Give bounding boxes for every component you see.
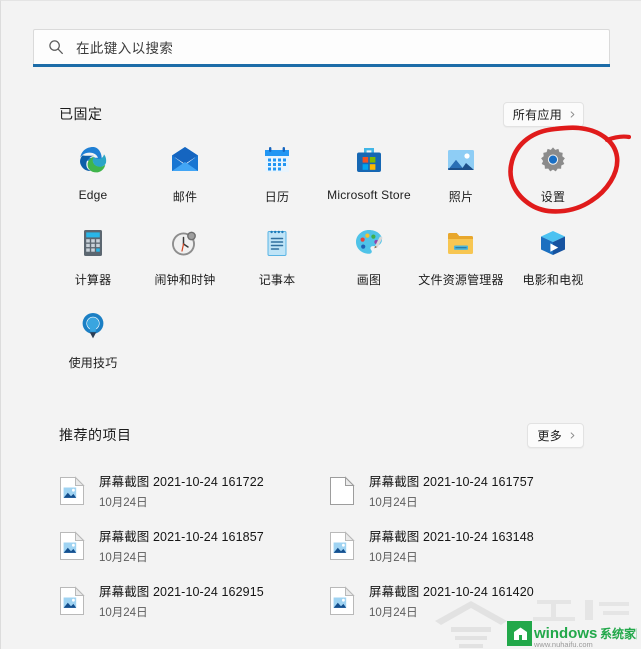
app-tile-tips[interactable]: 使用技巧 — [47, 305, 139, 388]
recommended-item-subtitle: 10月24日 — [99, 607, 148, 619]
recommended-item-text: 屏幕截图 2021-10-24 162915 10月24日 — [99, 581, 264, 620]
app-tile-mail[interactable]: 邮件 — [139, 139, 231, 222]
recommended-item[interactable]: 屏幕截图 2021-10-24 162915 10月24日 — [53, 573, 323, 628]
recommended-item-subtitle: 10月24日 — [369, 497, 418, 509]
app-label: 闹钟和时钟 — [154, 273, 216, 287]
calendar-icon — [265, 147, 289, 172]
edge-icon — [80, 147, 107, 173]
recommended-item-text: 屏幕截图 2021-10-24 163148 10月24日 — [369, 526, 534, 565]
search-accent-underline — [33, 64, 610, 67]
app-tile-settings[interactable]: 设置 — [507, 139, 599, 222]
blank-file-icon — [330, 475, 355, 505]
app-tile-paint[interactable]: 画图 — [323, 222, 415, 305]
search-bar[interactable]: 在此键入以搜索 — [33, 29, 610, 67]
recommended-item-subtitle: 10月24日 — [99, 497, 148, 509]
more-button[interactable]: 更多 — [527, 422, 584, 448]
settings-gear-icon — [541, 147, 565, 172]
app-tile-photos[interactable]: 照片 — [415, 139, 507, 222]
app-label: 记事本 — [258, 273, 296, 287]
start-menu-panel: 在此键入以搜索 已固定 所有应用 Edge 邮件 日历 Microsoft St… — [0, 0, 641, 649]
notepad-icon — [267, 230, 287, 256]
watermark-url: www.nuhaifu.com — [533, 640, 593, 649]
chevron-right-icon — [570, 110, 575, 118]
pinned-apps-grid: Edge 邮件 日历 Microsoft Store 照片 设置 计算器 闹钟和… — [47, 139, 599, 388]
app-tile-movies-tv[interactable]: 电影和电视 — [507, 222, 599, 305]
recommended-item[interactable]: 屏幕截图 2021-10-24 161757 10月24日 — [323, 463, 593, 518]
image-file-icon — [330, 530, 355, 560]
recommended-item[interactable]: 屏幕截图 2021-10-24 163148 10月24日 — [323, 518, 593, 573]
recommended-item-text: 屏幕截图 2021-10-24 161757 10月24日 — [369, 471, 534, 510]
app-label: 日历 — [264, 190, 290, 204]
pinned-row: 使用技巧 — [47, 305, 599, 388]
recommended-item-text: 屏幕截图 2021-10-24 161420 10月24日 — [369, 581, 534, 620]
recommended-title: 推荐的项目 — [59, 427, 132, 443]
recommended-item-text: 屏幕截图 2021-10-24 161857 10月24日 — [99, 526, 264, 565]
app-label: 文件资源管理器 — [418, 273, 504, 287]
app-label: 邮件 — [172, 190, 198, 204]
search-input[interactable]: 在此键入以搜索 — [33, 29, 610, 64]
app-tile-file-explorer[interactable]: 文件资源管理器 — [415, 222, 507, 305]
image-file-icon — [60, 475, 85, 505]
recommended-item-text: 屏幕截图 2021-10-24 161722 10月24日 — [99, 471, 264, 510]
app-tile-notepad[interactable]: 记事本 — [231, 222, 323, 305]
search-icon — [49, 40, 63, 55]
pinned-section-header: 已固定 所有应用 — [59, 101, 584, 127]
app-label: 计算器 — [74, 273, 112, 287]
chevron-right-icon — [570, 431, 575, 439]
recommended-item-title: 屏幕截图 2021-10-24 161857 — [99, 530, 264, 544]
app-label: 设置 — [540, 190, 566, 204]
app-tile-calculator[interactable]: 计算器 — [47, 222, 139, 305]
alarms-clock-icon — [172, 231, 196, 256]
recommended-item-subtitle: 10月24日 — [369, 552, 418, 564]
app-tile-calendar[interactable]: 日历 — [231, 139, 323, 222]
pinned-title: 已固定 — [59, 106, 103, 122]
photos-icon — [448, 150, 474, 170]
recommended-item[interactable]: 屏幕截图 2021-10-24 161857 10月24日 — [53, 518, 323, 573]
recommended-section-header: 推荐的项目 更多 — [59, 422, 584, 448]
recommended-item-subtitle: 10月24日 — [99, 552, 148, 564]
recommended-items-list: 屏幕截图 2021-10-24 161722 10月24日 屏幕截图 2021-… — [53, 463, 593, 628]
movies-tv-icon — [541, 231, 565, 255]
image-file-icon — [330, 585, 355, 615]
app-tile-alarms-clock[interactable]: 闹钟和时钟 — [139, 222, 231, 305]
all-apps-button[interactable]: 所有应用 — [502, 101, 584, 127]
app-tile-microsoft-store[interactable]: Microsoft Store — [323, 139, 415, 222]
recommended-item[interactable]: 屏幕截图 2021-10-24 161420 10月24日 — [323, 573, 593, 628]
pinned-row: 计算器 闹钟和时钟 记事本 画图 文件资源管理器 电影和电视 — [47, 222, 599, 305]
app-label: 照片 — [448, 190, 474, 204]
recommended-item-title: 屏幕截图 2021-10-24 161722 — [99, 475, 264, 489]
calculator-icon — [84, 230, 102, 256]
image-file-icon — [60, 530, 85, 560]
watermark-brand-cn: 系统家园 — [600, 626, 637, 641]
recommended-item-title: 屏幕截图 2021-10-24 161420 — [369, 585, 534, 599]
image-file-icon — [60, 585, 85, 615]
app-tile-edge[interactable]: Edge — [47, 139, 139, 222]
tips-bulb-icon — [82, 313, 104, 339]
app-label: 使用技巧 — [68, 356, 118, 370]
mail-icon — [172, 147, 198, 171]
pinned-row: Edge 邮件 日历 Microsoft Store 照片 设置 — [47, 139, 599, 222]
all-apps-label: 所有应用 — [512, 107, 562, 122]
recommended-item-title: 屏幕截图 2021-10-24 162915 — [99, 585, 264, 599]
paint-icon — [356, 230, 383, 254]
recommended-item-title: 屏幕截图 2021-10-24 163148 — [369, 530, 534, 544]
search-placeholder: 在此键入以搜索 — [76, 41, 174, 56]
app-label: Edge — [78, 188, 108, 202]
app-label: 画图 — [356, 273, 382, 287]
file-explorer-icon — [448, 233, 473, 254]
recommended-item[interactable]: 屏幕截图 2021-10-24 161722 10月24日 — [53, 463, 323, 518]
recommended-item-title: 屏幕截图 2021-10-24 161757 — [369, 475, 534, 489]
app-label: Microsoft Store — [327, 188, 411, 202]
app-label: 电影和电视 — [522, 273, 584, 287]
recommended-item-subtitle: 10月24日 — [369, 607, 418, 619]
microsoft-store-icon — [357, 148, 381, 172]
more-label: 更多 — [537, 428, 562, 443]
